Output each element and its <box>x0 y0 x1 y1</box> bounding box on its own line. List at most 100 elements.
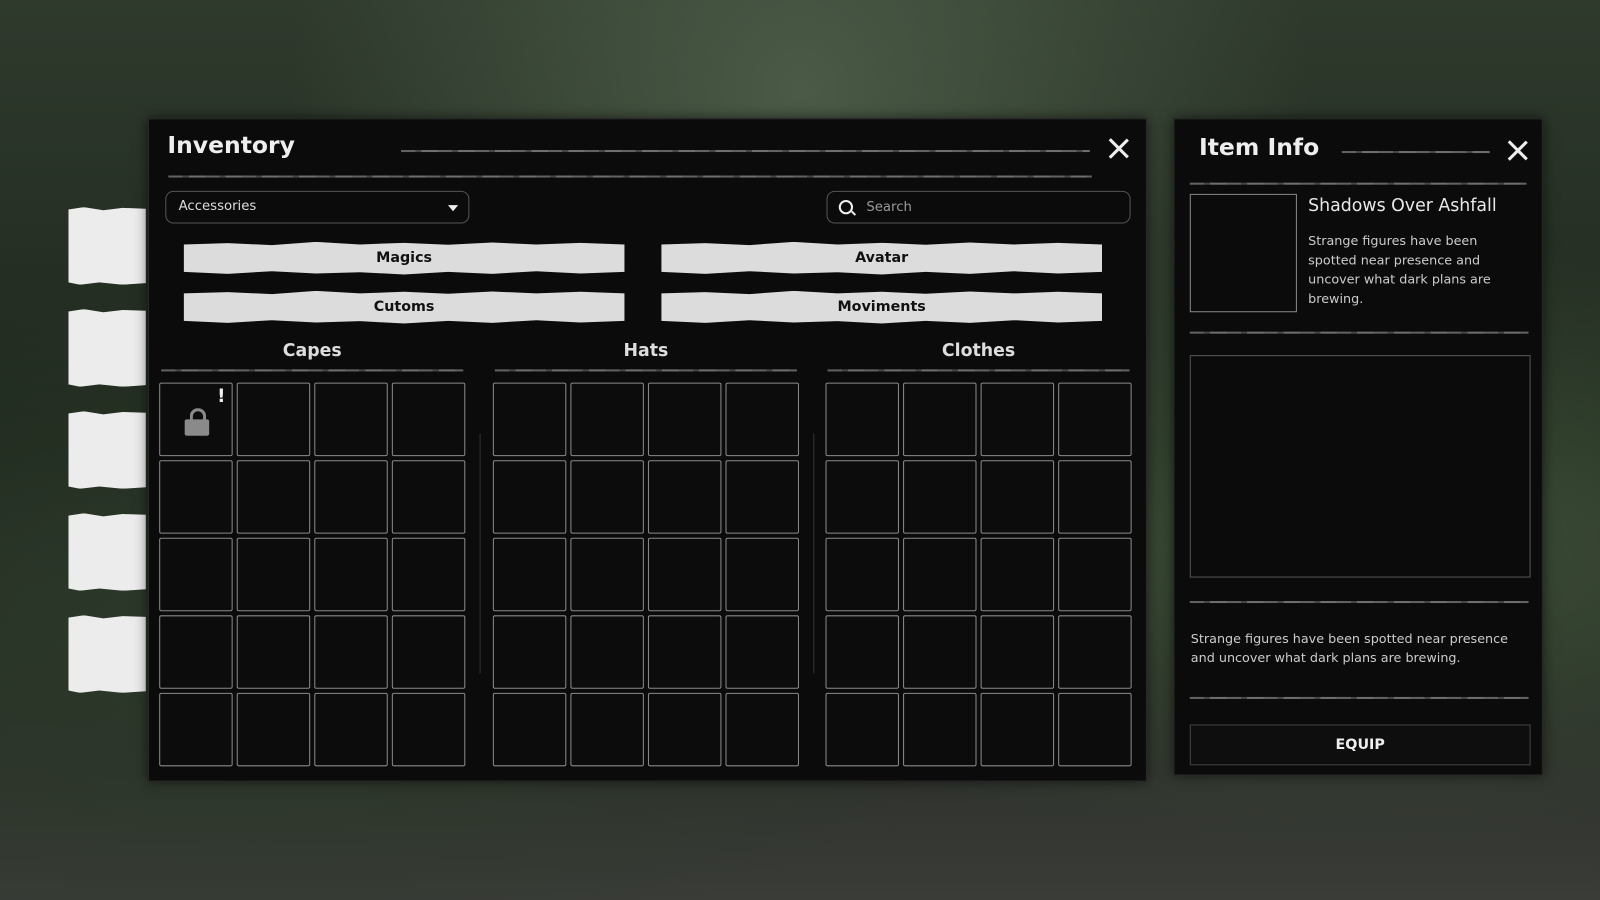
divider <box>479 433 481 674</box>
inventory-slot[interactable] <box>492 537 567 612</box>
inventory-slot[interactable] <box>1058 460 1132 534</box>
category-button-magics[interactable]: Magics <box>183 241 625 275</box>
game-screen: Inventory Accessories Magics Avatar Cuto… <box>0 0 1600 900</box>
section-title-clothes: Clothes <box>941 340 1016 362</box>
inventory-slot[interactable] <box>391 615 466 689</box>
inventory-slot[interactable] <box>159 692 233 767</box>
inventory-slot[interactable] <box>570 460 644 534</box>
inventory-slot[interactable] <box>1058 382 1132 457</box>
inventory-slot[interactable] <box>825 382 899 457</box>
item-long-description: Strange figures have been spotted near p… <box>1190 630 1508 666</box>
inventory-slot[interactable] <box>236 460 311 534</box>
inventory-close-icon[interactable] <box>1107 137 1129 159</box>
inventory-slot[interactable] <box>725 537 799 612</box>
item-info-close-icon[interactable] <box>1506 139 1528 161</box>
inventory-slot[interactable] <box>1058 692 1132 767</box>
inventory-slot[interactable] <box>980 615 1055 689</box>
divider <box>161 369 464 372</box>
inventory-slot[interactable] <box>903 692 977 767</box>
item-info-title: Item Info <box>1198 134 1320 162</box>
divider <box>168 175 1092 178</box>
inventory-slot[interactable] <box>159 537 233 612</box>
inventory-slot[interactable] <box>725 460 799 534</box>
category-button-avatar[interactable]: Avatar <box>661 241 1103 275</box>
search-box[interactable] <box>826 190 1131 224</box>
divider <box>401 149 1090 153</box>
inventory-slot[interactable] <box>725 382 799 457</box>
search-input[interactable] <box>864 195 1124 219</box>
inventory-slot[interactable] <box>980 692 1055 767</box>
side-tab-2[interactable] <box>68 309 146 387</box>
inventory-slot[interactable] <box>647 460 722 534</box>
divider <box>1189 331 1529 334</box>
inventory-slot[interactable] <box>725 615 799 689</box>
inventory-slot[interactable] <box>391 537 466 612</box>
inventory-slot[interactable] <box>236 537 311 612</box>
inventory-slot[interactable] <box>492 382 567 457</box>
inventory-slot[interactable] <box>236 382 311 457</box>
inventory-slot[interactable] <box>570 615 644 689</box>
item-thumbnail <box>1189 193 1297 313</box>
side-tab-1[interactable] <box>68 207 146 285</box>
inventory-slot[interactable] <box>647 615 722 689</box>
inventory-slot[interactable] <box>492 615 567 689</box>
inventory-slot[interactable] <box>570 537 644 612</box>
clothes-grid <box>825 382 1132 767</box>
inventory-slot[interactable] <box>825 615 899 689</box>
divider <box>1189 601 1529 604</box>
inventory-slot[interactable] <box>570 382 644 457</box>
lock-icon <box>184 408 210 436</box>
category-button-movements[interactable]: Moviments <box>661 290 1103 324</box>
inventory-slot[interactable] <box>236 692 311 767</box>
side-tab-4[interactable] <box>68 513 146 591</box>
inventory-slot[interactable] <box>647 692 722 767</box>
inventory-slot[interactable] <box>492 460 567 534</box>
search-icon <box>838 199 854 215</box>
side-tab-3[interactable] <box>68 411 146 489</box>
inventory-slot[interactable] <box>1058 615 1132 689</box>
inventory-slot[interactable] <box>825 460 899 534</box>
inventory-slot[interactable] <box>314 460 388 534</box>
section-title-hats: Hats <box>623 340 669 362</box>
inventory-slot[interactable] <box>314 692 388 767</box>
inventory-slot[interactable] <box>159 460 233 534</box>
inventory-slot[interactable] <box>903 615 977 689</box>
inventory-slot[interactable] <box>492 692 567 767</box>
category-dropdown-value: Accessories <box>178 198 257 215</box>
divider <box>827 369 1130 372</box>
inventory-slot[interactable] <box>647 537 722 612</box>
item-preview <box>1189 355 1531 578</box>
divider <box>813 433 815 674</box>
divider <box>1189 696 1529 699</box>
inventory-slot[interactable] <box>391 382 466 457</box>
side-tab-5[interactable] <box>68 615 146 693</box>
item-short-description: Strange figures have been spotted near p… <box>1308 232 1491 307</box>
inventory-slot[interactable] <box>391 692 466 767</box>
inventory-slot[interactable] <box>980 537 1055 612</box>
category-button-customs[interactable]: Cutoms <box>183 290 625 324</box>
inventory-slot[interactable] <box>980 382 1055 457</box>
inventory-slot[interactable] <box>980 460 1055 534</box>
inventory-slot[interactable] <box>1058 537 1132 612</box>
item-name: Shadows Over Ashfall <box>1308 195 1497 217</box>
alert-badge: ! <box>217 385 226 408</box>
equip-button[interactable]: EQUIP <box>1189 724 1531 766</box>
inventory-slot[interactable] <box>903 382 977 457</box>
inventory-slot[interactable] <box>236 615 311 689</box>
inventory-slot[interactable] <box>314 537 388 612</box>
inventory-slot[interactable] <box>391 460 466 534</box>
inventory-slot[interactable] <box>825 537 899 612</box>
inventory-slot[interactable] <box>570 692 644 767</box>
inventory-slot[interactable] <box>725 692 799 767</box>
inventory-slot[interactable] <box>903 460 977 534</box>
category-dropdown[interactable]: Accessories <box>165 190 470 224</box>
inventory-slot[interactable] <box>647 382 722 457</box>
inventory-slot[interactable]: ! <box>159 382 233 457</box>
inventory-slot[interactable] <box>159 615 233 689</box>
inventory-slot[interactable] <box>314 615 388 689</box>
inventory-slot[interactable] <box>314 382 388 457</box>
divider <box>494 369 797 372</box>
inventory-slot[interactable] <box>825 692 899 767</box>
chevron-down-icon <box>447 205 459 212</box>
inventory-slot[interactable] <box>903 537 977 612</box>
